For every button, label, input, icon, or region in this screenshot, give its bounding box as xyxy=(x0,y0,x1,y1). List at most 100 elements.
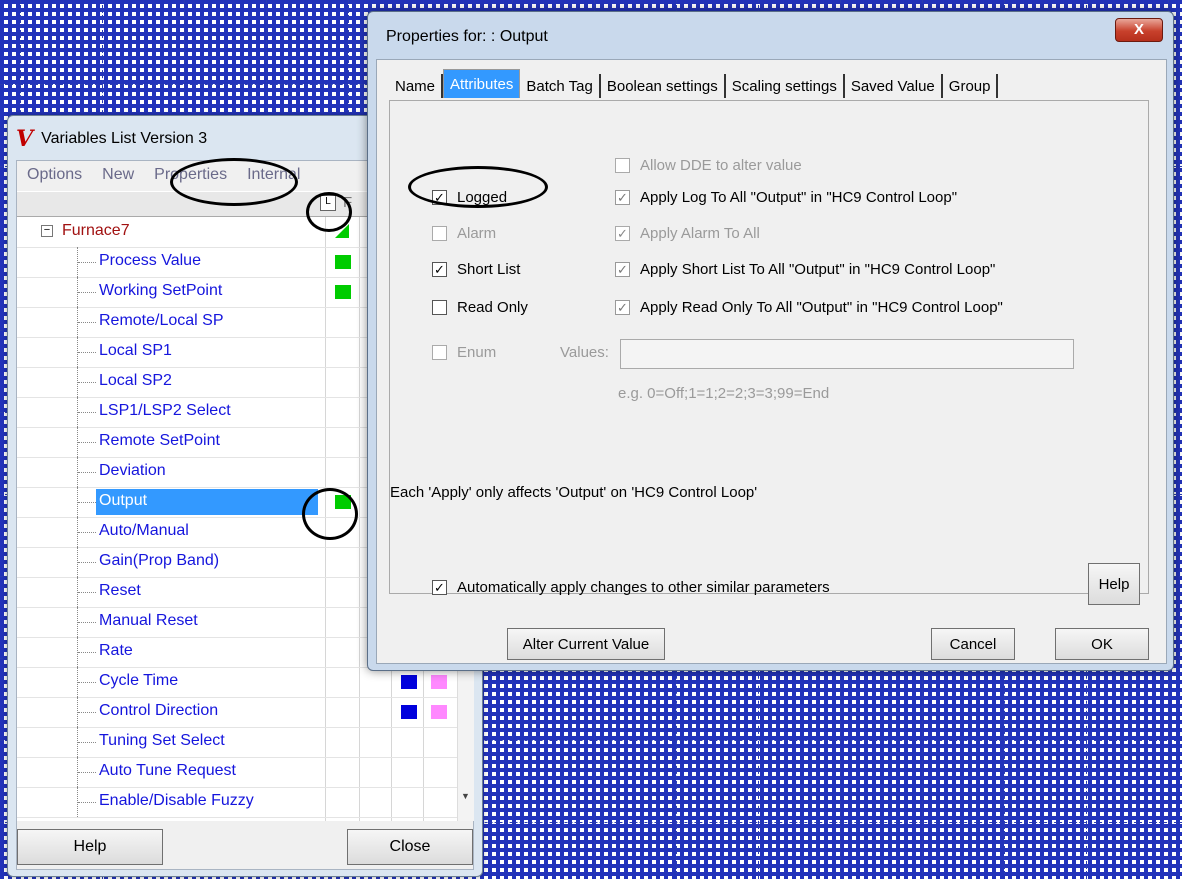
tree-branch-line xyxy=(77,577,98,607)
apply-short-list-label: Apply Short List To All "Output" in "HC9… xyxy=(640,261,996,278)
tree-branch-line xyxy=(77,517,98,547)
tree-row[interactable]: Control Direction xyxy=(17,697,457,728)
tree-item-label: Local SP2 xyxy=(99,372,172,389)
menu-options[interactable]: Options xyxy=(17,166,92,184)
tree-row[interactable]: Tuning Set Select xyxy=(17,727,457,758)
tree-item-label: LSP1/LSP2 Select xyxy=(99,402,231,419)
window-title: Variables List Version 3 xyxy=(41,130,208,147)
tree-branch-line xyxy=(77,787,98,817)
tree-item-label: Remote SetPoint xyxy=(99,432,220,449)
tree-item-label: Auto Tune Request xyxy=(99,762,236,779)
pink-attribute-mark xyxy=(431,705,447,719)
tree-branch-line xyxy=(77,667,98,697)
apply-short-list-checkbox[interactable]: ✓ Apply Short List To All "Output" in "H… xyxy=(615,261,995,278)
enum-label: Enum xyxy=(457,344,497,361)
dialog-title: Properties for: : Output xyxy=(386,28,548,45)
tree-root-label: Furnace7 xyxy=(62,222,130,239)
checkmark-icon: ✓ xyxy=(432,580,447,595)
alter-current-value-button[interactable]: Alter Current Value xyxy=(507,628,665,660)
auto-apply-label: Automatically apply changes to other sim… xyxy=(457,579,830,596)
tree-branch-line xyxy=(77,367,98,397)
allow-dde-label: Allow DDE to alter value xyxy=(640,157,802,174)
tree-branch-line xyxy=(77,397,98,427)
tree-item-label: Enable/Disable Fuzzy xyxy=(99,792,254,809)
window-title-bar: V Variables List Version 3 xyxy=(16,124,207,154)
tree-branch-line xyxy=(77,607,98,637)
alarm-label: Alarm xyxy=(457,225,497,242)
tree-item-label: Output xyxy=(99,492,148,509)
collapse-icon[interactable]: − xyxy=(41,225,53,237)
tree-branch-line xyxy=(77,757,98,787)
help-button[interactable]: Help xyxy=(1088,563,1140,605)
tab-batch-tag[interactable]: Batch Tag xyxy=(520,74,601,98)
tab-strip: Name Attributes Batch Tag Boolean settin… xyxy=(389,69,999,98)
tree-row[interactable]: Enable/Disable Fuzzy xyxy=(17,787,457,818)
tree-item-label: Remote/Local SP xyxy=(99,312,224,329)
tree-branch-line xyxy=(77,697,98,727)
tab-boolean-settings[interactable]: Boolean settings xyxy=(601,74,726,98)
menu-new[interactable]: New xyxy=(92,166,144,184)
green-attribute-mark xyxy=(335,285,351,299)
apply-log-checkbox[interactable]: ✓ Apply Log To All "Output" in "HC9 Cont… xyxy=(615,189,957,206)
checkbox-box xyxy=(432,226,447,241)
alarm-checkbox[interactable]: Alarm xyxy=(432,225,496,242)
auto-apply-checkbox[interactable]: ✓ Automatically apply changes to other s… xyxy=(432,579,830,596)
annotation-ring-logged xyxy=(408,166,548,208)
apply-note: Each 'Apply' only affects 'Output' on 'H… xyxy=(390,484,758,501)
blue-attribute-mark xyxy=(401,705,417,719)
annotation-ring-output-mark xyxy=(302,488,358,540)
tree-row[interactable]: Auto Tune Request xyxy=(17,757,457,788)
annotation-ring-properties xyxy=(170,158,298,206)
tree-item-label: Local SP1 xyxy=(99,342,172,359)
tree-item-label: Manual Reset xyxy=(99,612,198,629)
close-button[interactable]: Close xyxy=(347,829,473,865)
properties-dialog: Properties for: : Output X Name Attribut… xyxy=(367,11,1174,671)
checkbox-box xyxy=(432,345,447,360)
tree-item-label: Cycle Time xyxy=(99,672,179,689)
green-attribute-mark xyxy=(335,255,351,269)
cancel-button[interactable]: Cancel xyxy=(931,628,1015,660)
tree-item-label: Working SetPoint xyxy=(99,282,223,299)
short-list-checkbox[interactable]: ✓ Short List xyxy=(432,261,520,278)
tree-branch-line xyxy=(77,487,98,517)
annotation-ring-logged-column xyxy=(306,192,352,232)
tree-branch-line xyxy=(77,637,98,667)
tree-branch-line xyxy=(77,337,98,367)
tab-scaling-settings[interactable]: Scaling settings xyxy=(726,74,845,98)
checkmark-icon: ✓ xyxy=(615,262,630,277)
tree-item-label: Process Value xyxy=(99,252,201,269)
apply-read-only-checkbox[interactable]: ✓ Apply Read Only To All "Output" in "HC… xyxy=(615,299,1003,316)
help-button[interactable]: Help xyxy=(17,829,163,865)
tree-branch-line xyxy=(77,307,98,337)
pink-attribute-mark xyxy=(431,675,447,689)
tree-branch-line xyxy=(77,727,98,757)
checkbox-box xyxy=(432,300,447,315)
close-dialog-button[interactable]: X xyxy=(1115,18,1163,42)
tab-saved-value[interactable]: Saved Value xyxy=(845,74,943,98)
allow-dde-checkbox[interactable]: Allow DDE to alter value xyxy=(615,157,802,174)
ok-button[interactable]: OK xyxy=(1055,628,1149,660)
read-only-checkbox[interactable]: Read Only xyxy=(432,299,528,316)
tree-item-label: Auto/Manual xyxy=(99,522,189,539)
tree-row[interactable]: Cycle Time xyxy=(17,667,457,698)
tab-name[interactable]: Name xyxy=(389,74,444,98)
values-input[interactable] xyxy=(620,339,1074,369)
short-list-label: Short List xyxy=(457,261,521,278)
apply-alarm-checkbox[interactable]: ✓ Apply Alarm To All xyxy=(615,225,760,242)
tree-branch-line xyxy=(77,427,98,457)
apply-log-label: Apply Log To All "Output" in "HC9 Contro… xyxy=(640,189,958,206)
tree-branch-line xyxy=(77,277,98,307)
tree-item-label: Control Direction xyxy=(99,702,219,719)
checkmark-icon: ✓ xyxy=(615,226,630,241)
enum-checkbox[interactable]: Enum xyxy=(432,344,496,361)
tab-attributes[interactable]: Attributes xyxy=(443,69,521,98)
tab-group[interactable]: Group xyxy=(943,74,999,98)
tree-branch-line xyxy=(77,547,98,577)
scroll-down-arrow-icon[interactable]: ▼ xyxy=(461,791,470,801)
checkmark-icon: ✓ xyxy=(432,262,447,277)
read-only-label: Read Only xyxy=(457,299,528,316)
app-logo-icon: V xyxy=(16,126,34,152)
enum-example: e.g. 0=Off;1=1;2=2;3=3;99=End xyxy=(618,385,830,402)
tree-item-label: Tuning Set Select xyxy=(99,732,225,749)
blue-attribute-mark xyxy=(401,675,417,689)
